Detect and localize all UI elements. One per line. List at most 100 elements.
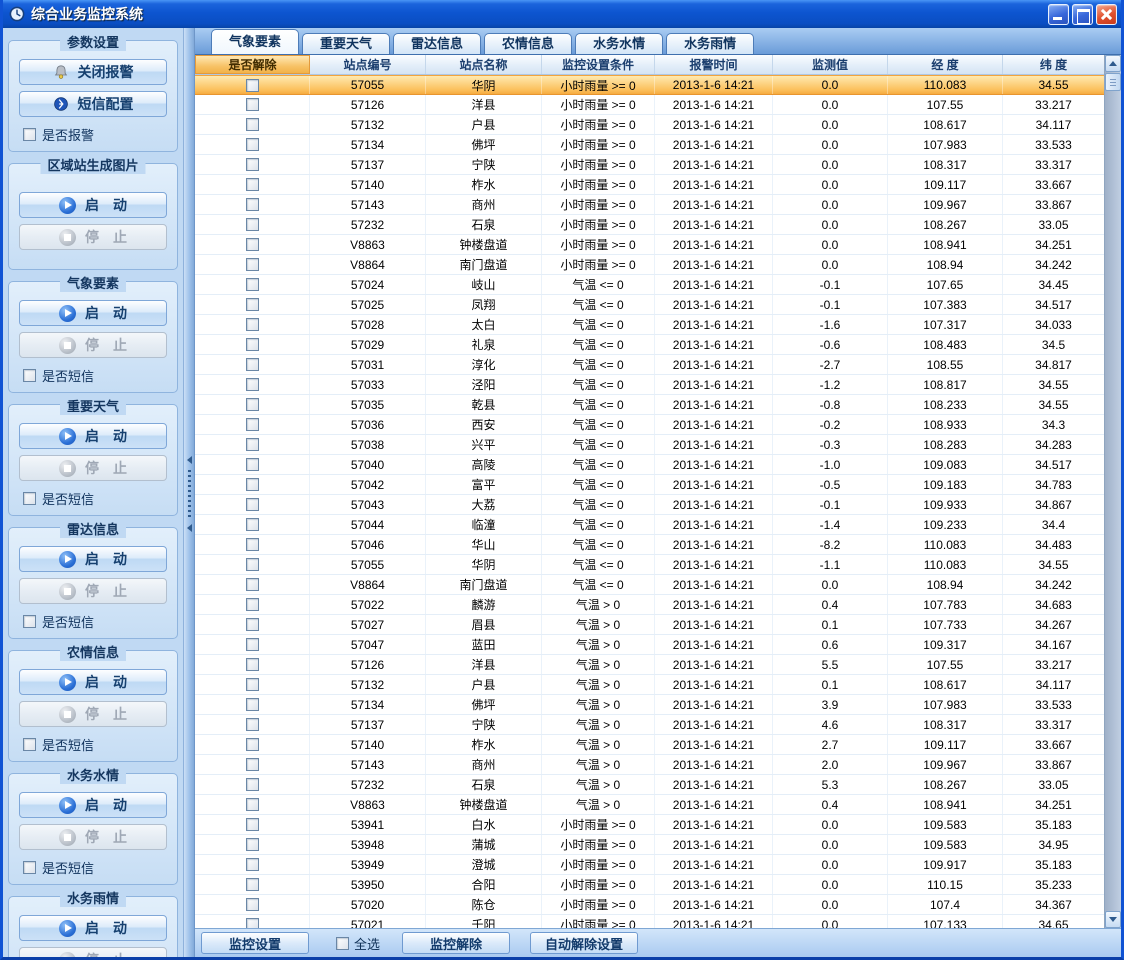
table-row[interactable]: 57028太白气温 <= 02013-1-6 14:21-1.6107.3173… [195,315,1104,335]
splitter-grip[interactable] [188,470,191,518]
row-checkbox[interactable] [246,418,259,431]
agri-info-start-button[interactable]: 启 动 [19,669,167,695]
row-checkbox[interactable] [246,778,259,791]
tab-water-level[interactable]: 水务水情 [575,33,663,54]
table-row[interactable]: V8863钟楼盘道小时雨量 >= 02013-1-6 14:210.0108.9… [195,235,1104,255]
table-row[interactable]: 57132户县小时雨量 >= 02013-1-6 14:210.0108.617… [195,115,1104,135]
table-row[interactable]: 57055华阴小时雨量 >= 02013-1-6 14:210.0110.083… [195,75,1104,95]
table-row[interactable]: 57029礼泉气温 <= 02013-1-6 14:21-0.6108.4833… [195,335,1104,355]
header-latitude[interactable]: 纬 度 [1003,55,1104,74]
row-checkbox[interactable] [246,878,259,891]
header-longitude[interactable]: 经 度 [888,55,1003,74]
row-checkbox[interactable] [246,838,259,851]
auto-release-button[interactable]: 自动解除设置 [530,932,638,954]
row-checkbox[interactable] [246,258,259,271]
scroll-down-button[interactable] [1105,911,1121,928]
monitor-release-button[interactable]: 监控解除 [402,932,510,954]
table-row[interactable]: 57140柞水气温 > 02013-1-6 14:212.7109.11733.… [195,735,1104,755]
table-row[interactable]: 57042富平气温 <= 02013-1-6 14:21-0.5109.1833… [195,475,1104,495]
collapse-left-icon[interactable] [187,524,192,532]
water-level-start-button[interactable]: 启 动 [19,792,167,818]
table-row[interactable]: 57036西安气温 <= 02013-1-6 14:21-0.2108.9333… [195,415,1104,435]
sidebar-splitter[interactable] [183,28,195,957]
select-all-checkbox[interactable]: 全选 [336,934,380,953]
table-row[interactable]: 53941白水小时雨量 >= 02013-1-6 14:210.0109.583… [195,815,1104,835]
row-checkbox[interactable] [246,79,259,92]
row-checkbox[interactable] [246,278,259,291]
collapse-left-icon[interactable] [187,456,192,464]
row-checkbox[interactable] [246,318,259,331]
row-checkbox[interactable] [246,118,259,131]
radar-info-sms-checkbox[interactable]: 是否短信 [23,612,169,631]
header-alarm-time[interactable]: 报警时间 [655,55,773,74]
row-checkbox[interactable] [246,598,259,611]
row-checkbox[interactable] [246,638,259,651]
vertical-scrollbar[interactable] [1104,55,1121,928]
weather-elements-start-button[interactable]: 启 动 [19,300,167,326]
row-checkbox[interactable] [246,298,259,311]
important-weather-start-button[interactable]: 启 动 [19,423,167,449]
header-value[interactable]: 监测值 [773,55,888,74]
row-checkbox[interactable] [246,498,259,511]
row-checkbox[interactable] [246,798,259,811]
table-row[interactable]: V8864南门盘道小时雨量 >= 02013-1-6 14:210.0108.9… [195,255,1104,275]
row-checkbox[interactable] [246,238,259,251]
row-checkbox[interactable] [246,578,259,591]
tab-agri-info[interactable]: 农情信息 [484,33,572,54]
row-checkbox[interactable] [246,658,259,671]
header-station-id[interactable]: 站点编号 [310,55,426,74]
region-image-start-button[interactable]: 启 动 [19,192,167,218]
header-condition[interactable]: 监控设置条件 [542,55,655,74]
radar-info-start-button[interactable]: 启 动 [19,546,167,572]
row-checkbox[interactable] [246,718,259,731]
table-row[interactable]: 57022麟游气温 > 02013-1-6 14:210.4107.78334.… [195,595,1104,615]
row-checkbox[interactable] [246,558,259,571]
sms-config-button[interactable]: 短信配置 [19,91,167,117]
alarm-enable-checkbox[interactable]: 是否报警 [23,125,169,144]
table-row[interactable]: 57040高陵气温 <= 02013-1-6 14:21-1.0109.0833… [195,455,1104,475]
table-row[interactable]: 57025凤翔气温 <= 02013-1-6 14:21-0.1107.3833… [195,295,1104,315]
table-row[interactable]: 57046华山气温 <= 02013-1-6 14:21-8.2110.0833… [195,535,1104,555]
table-row[interactable]: 57024岐山气温 <= 02013-1-6 14:21-0.1107.6534… [195,275,1104,295]
row-checkbox[interactable] [246,338,259,351]
water-level-sms-checkbox[interactable]: 是否短信 [23,858,169,877]
row-checkbox[interactable] [246,218,259,231]
table-row[interactable]: V8864南门盘道气温 <= 02013-1-6 14:210.0108.943… [195,575,1104,595]
row-checkbox[interactable] [246,398,259,411]
row-checkbox[interactable] [246,618,259,631]
table-row[interactable]: 57126洋县气温 > 02013-1-6 14:215.5107.5533.2… [195,655,1104,675]
row-checkbox[interactable] [246,518,259,531]
row-checkbox[interactable] [246,138,259,151]
important-weather-sms-checkbox[interactable]: 是否短信 [23,489,169,508]
row-checkbox[interactable] [246,918,259,928]
weather-elements-sms-checkbox[interactable]: 是否短信 [23,366,169,385]
table-row[interactable]: 57140柞水小时雨量 >= 02013-1-6 14:210.0109.117… [195,175,1104,195]
table-row[interactable]: 57232石泉小时雨量 >= 02013-1-6 14:210.0108.267… [195,215,1104,235]
monitor-setup-button[interactable]: 监控设置 [201,932,309,954]
row-checkbox[interactable] [246,858,259,871]
scroll-track[interactable] [1105,91,1121,911]
scroll-thumb[interactable] [1105,73,1121,91]
row-checkbox[interactable] [246,818,259,831]
water-rain-start-button[interactable]: 启 动 [19,915,167,941]
scroll-up-button[interactable] [1105,55,1121,72]
close-alarm-button[interactable]: 关闭报警 [19,59,167,85]
table-row[interactable]: 57137宁陕小时雨量 >= 02013-1-6 14:210.0108.317… [195,155,1104,175]
agri-info-sms-checkbox[interactable]: 是否短信 [23,735,169,754]
row-checkbox[interactable] [246,438,259,451]
tab-water-rain[interactable]: 水务雨情 [666,33,754,54]
close-button[interactable] [1096,4,1117,25]
row-checkbox[interactable] [246,98,259,111]
table-row[interactable]: 57043大荔气温 <= 02013-1-6 14:21-0.1109.9333… [195,495,1104,515]
tab-weather-elements[interactable]: 气象要素 [211,29,299,54]
row-checkbox[interactable] [246,158,259,171]
row-checkbox[interactable] [246,478,259,491]
row-checkbox[interactable] [246,678,259,691]
table-row[interactable]: 57143商州气温 > 02013-1-6 14:212.0109.96733.… [195,755,1104,775]
row-checkbox[interactable] [246,698,259,711]
maximize-button[interactable] [1072,4,1093,25]
table-row[interactable]: 57033泾阳气温 <= 02013-1-6 14:21-1.2108.8173… [195,375,1104,395]
table-row[interactable]: 53949澄城小时雨量 >= 02013-1-6 14:210.0109.917… [195,855,1104,875]
row-checkbox[interactable] [246,358,259,371]
row-checkbox[interactable] [246,378,259,391]
